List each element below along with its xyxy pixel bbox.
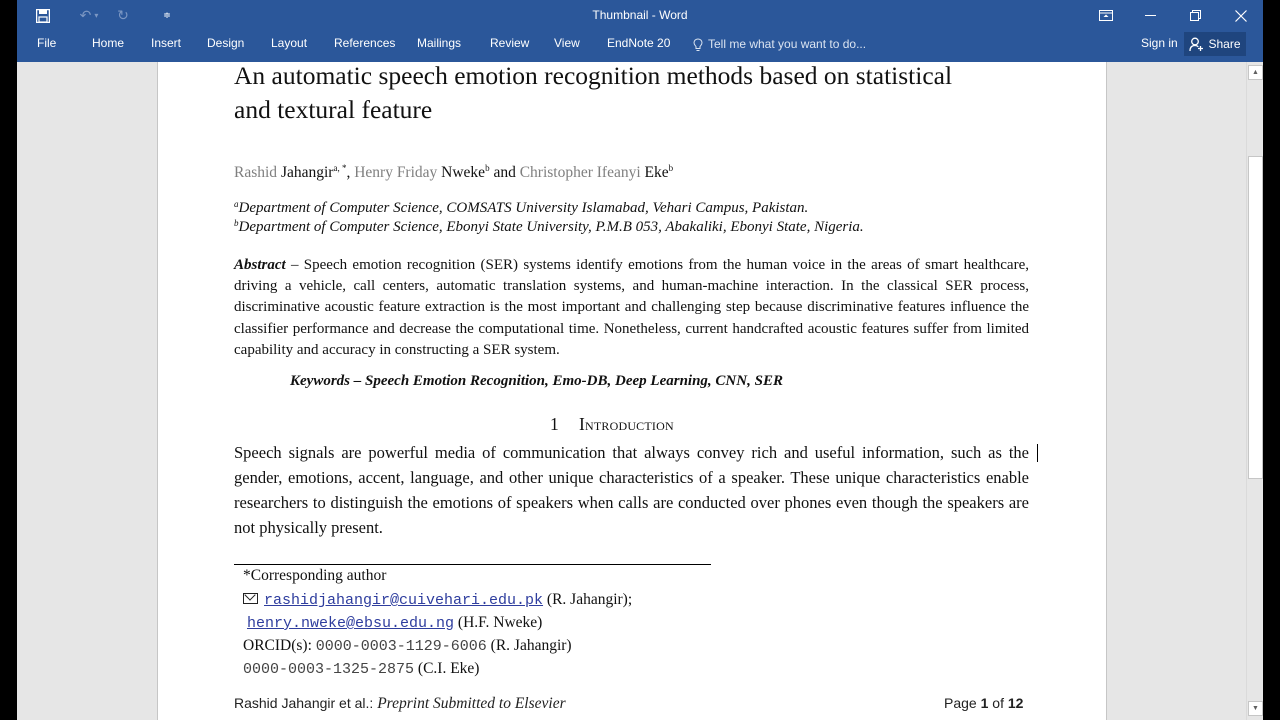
tab-layout[interactable]: Layout <box>269 31 309 58</box>
author: Christopher Ifeanyi Ekeb <box>519 163 674 181</box>
scroll-down-button[interactable]: ▼ <box>1248 701 1263 716</box>
save-icon <box>36 8 50 23</box>
footnote-orcid-line-2: 0000-0003-1325-2875 (C.I. Eke) <box>243 660 480 678</box>
paper-title: An automatic speech emotion recognition … <box>234 59 1034 127</box>
undo-button[interactable]: ↶ ▾ <box>69 0 109 31</box>
email-link[interactable]: rashidjahangir@cuivehari.edu.pk <box>264 592 543 609</box>
author-list: Rashid Jahangira, *, Henry Friday Nwekeb… <box>234 163 674 181</box>
ribbon-display-options-icon <box>1098 10 1113 21</box>
ribbon-tab-bar: File Home Insert Design Layout Reference… <box>17 31 1263 62</box>
orcid-id: 0000-0003-1325-2875 <box>243 661 415 678</box>
introduction-paragraph[interactable]: Speech signals are powerful media of com… <box>234 440 1029 540</box>
customize-qat-button[interactable]: ≑ <box>137 0 197 31</box>
title-bar: ↶ ▾ ↻ ≑ Thumbnail - Word <box>17 0 1263 31</box>
author: Rashid Jahangira, * <box>234 163 347 181</box>
section-heading: 1 Introduction <box>550 414 674 435</box>
orcid-id: 0000-0003-1129-6006 <box>315 638 487 655</box>
share-person-icon <box>1189 37 1204 51</box>
scroll-up-button[interactable]: ▲ <box>1248 65 1263 80</box>
restore-button[interactable] <box>1173 0 1218 31</box>
document-area: An automatic speech emotion recognition … <box>17 59 1246 720</box>
quick-access-toolbar: ↶ ▾ ↻ ≑ <box>17 0 197 31</box>
scroll-thumb[interactable] <box>1248 156 1263 479</box>
page-footer-left: Rashid Jahangir et al.: Preprint Submitt… <box>234 695 566 712</box>
footnote-email-line-2: henry.nweke@ebsu.edu.ng (H.F. Nweke) <box>247 614 543 632</box>
section-title: Introduction <box>578 414 674 434</box>
author: Henry Friday Nwekeb <box>354 163 490 181</box>
tab-mailings[interactable]: Mailings <box>415 31 463 58</box>
abstract: Abstract – Speech emotion recognition (S… <box>234 255 1029 361</box>
tab-view[interactable]: View <box>552 31 582 58</box>
save-button[interactable] <box>17 0 69 31</box>
tab-home[interactable]: Home <box>90 31 126 58</box>
close-icon <box>1234 9 1247 22</box>
footnote-orcid-line-1: ORCID(s): 0000-0003-1129-6006 (R. Jahang… <box>243 637 572 655</box>
word-window: ↶ ▾ ↻ ≑ Thumbnail - Word File Home Inser… <box>17 0 1263 720</box>
undo-icon: ↶ <box>79 7 92 23</box>
tab-design[interactable]: Design <box>205 31 246 58</box>
footnote-separator <box>234 564 711 565</box>
restore-icon <box>1190 10 1201 21</box>
tab-file[interactable]: File <box>35 31 58 58</box>
email-link[interactable]: henry.nweke@ebsu.edu.ng <box>247 615 454 632</box>
close-button[interactable] <box>1218 0 1263 31</box>
keywords: Keywords – Speech Emotion Recognition, E… <box>290 373 783 389</box>
arrow-down-icon: ▼ <box>1252 705 1259 712</box>
document-page[interactable]: An automatic speech emotion recognition … <box>157 59 1107 720</box>
share-label: Share <box>1208 37 1241 51</box>
paper-title-line-1: An automatic speech emotion recognition … <box>234 61 953 90</box>
tell-me-search[interactable]: Tell me what you want to do... <box>693 31 866 58</box>
window-title: Thumbnail - Word <box>592 8 688 22</box>
ribbon-display-options-button[interactable] <box>1083 0 1128 31</box>
mail-icon <box>243 593 258 604</box>
share-button[interactable]: Share <box>1184 32 1246 56</box>
paper-title-line-2: and textural feature <box>234 95 433 124</box>
redo-button[interactable]: ↻ <box>109 0 137 31</box>
tab-endnote[interactable]: EndNote 20 <box>605 31 672 58</box>
vertical-scrollbar[interactable]: ▲ ▼ <box>1246 62 1263 720</box>
customize-qat-icon: ≑ <box>163 10 171 20</box>
affiliation-b: bDepartment of Computer Science, Ebonyi … <box>234 218 864 235</box>
minimize-icon <box>1145 15 1156 16</box>
lightbulb-icon <box>693 37 703 51</box>
tell-me-placeholder: Tell me what you want to do... <box>708 37 867 51</box>
arrow-up-icon: ▲ <box>1252 69 1259 76</box>
text-cursor <box>1037 444 1038 462</box>
tab-references[interactable]: References <box>332 31 397 58</box>
abstract-label: Abstract <box>234 257 286 273</box>
footnote-corresponding: *Corresponding author <box>243 567 387 584</box>
tab-review[interactable]: Review <box>488 31 531 58</box>
minimize-button[interactable] <box>1128 0 1173 31</box>
sign-in-link[interactable]: Sign in <box>1141 31 1178 58</box>
tab-insert[interactable]: Insert <box>149 31 183 58</box>
redo-icon: ↻ <box>117 7 129 23</box>
section-number: 1 <box>550 414 559 434</box>
affiliation-a: aDepartment of Computer Science, COMSATS… <box>234 199 809 216</box>
footnote-email-line-1: rashidjahangir@cuivehari.edu.pk (R. Jaha… <box>243 591 632 609</box>
abstract-text: – Speech emotion recognition (SER) syste… <box>234 257 1029 358</box>
page-number-footer: Page 1 of 12 <box>944 695 1024 711</box>
window-controls <box>1083 0 1263 31</box>
